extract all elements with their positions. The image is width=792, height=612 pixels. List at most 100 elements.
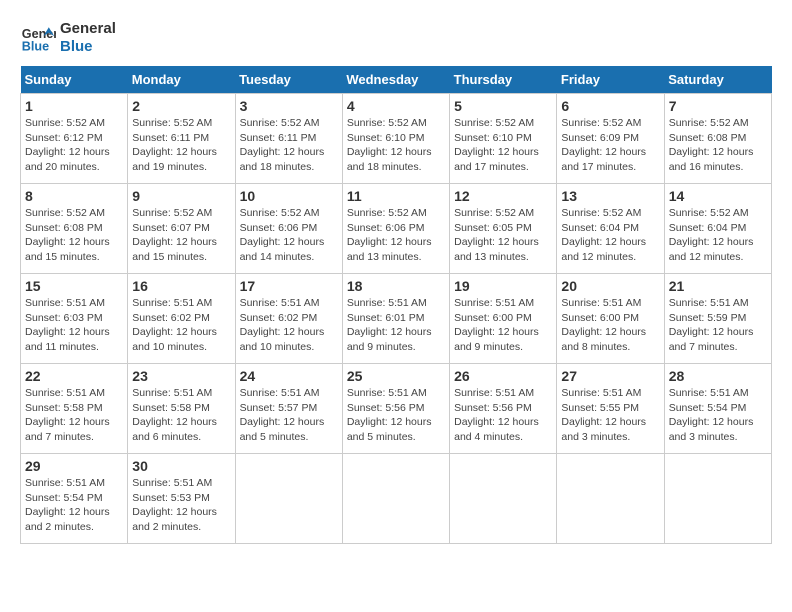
day-number: 23 — [132, 368, 230, 384]
day-number: 2 — [132, 98, 230, 114]
weekday-header-thursday: Thursday — [450, 66, 557, 94]
day-info: Sunrise: 5:52 AMSunset: 6:06 PMDaylight:… — [347, 206, 445, 265]
calendar-table: SundayMondayTuesdayWednesdayThursdayFrid… — [20, 66, 772, 544]
day-cell-17: 17Sunrise: 5:51 AMSunset: 6:02 PMDayligh… — [235, 274, 342, 364]
day-info: Sunrise: 5:51 AMSunset: 5:59 PMDaylight:… — [669, 296, 767, 355]
day-cell-9: 9Sunrise: 5:52 AMSunset: 6:07 PMDaylight… — [128, 184, 235, 274]
logo-line1: General — [60, 20, 116, 38]
day-cell-28: 28 Sunrise: 5:51 AMSunset: 5:54 PMDayligh… — [664, 364, 771, 454]
day-info: Sunrise: 5:51 AMSunset: 5:56 PMDaylight:… — [347, 386, 445, 445]
day-cell-1: 1 Sunrise: 5:52 AMSunset: 6:12 PMDaylight… — [21, 94, 128, 184]
day-cell-23: 23 Sunrise: 5:51 AMSunset: 5:58 PMDayligh… — [128, 364, 235, 454]
svg-text:Blue: Blue — [22, 40, 49, 54]
day-info: Sunrise: 5:51 AMSunset: 5:56 PMDaylight:… — [454, 386, 552, 445]
day-info: Sunrise: 5:51 AMSunset: 6:00 PMDaylight:… — [561, 296, 659, 355]
empty-cell — [342, 454, 449, 544]
day-cell-4: 4 Sunrise: 5:52 AMSunset: 6:10 PMDaylight… — [342, 94, 449, 184]
day-number: 9 — [132, 188, 230, 204]
day-number: 12 — [454, 188, 552, 204]
day-number: 24 — [240, 368, 338, 384]
day-cell-10: 10 Sunrise: 5:52 AMSunset: 6:06 PMDayligh… — [235, 184, 342, 274]
day-number: 14 — [669, 188, 767, 204]
day-info: Sunrise: 5:52 AMSunset: 6:08 PMDaylight:… — [669, 116, 767, 175]
day-number: 15 — [25, 278, 123, 294]
page-header: General Blue General Blue — [20, 20, 772, 56]
day-number: 30 — [132, 458, 230, 474]
day-number: 19 — [454, 278, 552, 294]
calendar-week-2: 8 Sunrise: 5:52 AMSunset: 6:08 PMDaylight… — [21, 184, 772, 274]
day-info: Sunrise: 5:51 AMSunset: 6:02 PMDaylight:… — [132, 296, 230, 355]
day-info: Sunrise: 5:51 AMSunset: 6:02 PMDaylight:… — [240, 296, 338, 355]
weekday-header-monday: Monday — [128, 66, 235, 94]
day-number: 1 — [25, 98, 123, 114]
logo-icon: General Blue — [20, 20, 56, 56]
day-number: 10 — [240, 188, 338, 204]
day-info: Sunrise: 5:51 AMSunset: 6:03 PMDaylight:… — [25, 296, 123, 355]
day-info: Sunrise: 5:51 AMSunset: 6:00 PMDaylight:… — [454, 296, 552, 355]
day-cell-30: 30 Sunrise: 5:51 AMSunset: 5:53 PMDayligh… — [128, 454, 235, 544]
day-cell-26: 26 Sunrise: 5:51 AMSunset: 5:56 PMDayligh… — [450, 364, 557, 454]
day-cell-6: 6 Sunrise: 5:52 AMSunset: 6:09 PMDaylight… — [557, 94, 664, 184]
day-number: 11 — [347, 188, 445, 204]
day-cell-22: 22 Sunrise: 5:51 AMSunset: 5:58 PMDayligh… — [21, 364, 128, 454]
day-number: 22 — [25, 368, 123, 384]
day-cell-27: 27 Sunrise: 5:51 AMSunset: 5:55 PMDayligh… — [557, 364, 664, 454]
day-cell-18: 18 Sunrise: 5:51 AMSunset: 6:01 PMDayligh… — [342, 274, 449, 364]
calendar-week-1: 1 Sunrise: 5:52 AMSunset: 6:12 PMDaylight… — [21, 94, 772, 184]
day-info: Sunrise: 5:51 AMSunset: 5:57 PMDaylight:… — [240, 386, 338, 445]
day-cell-16: 16Sunrise: 5:51 AMSunset: 6:02 PMDayligh… — [128, 274, 235, 364]
weekday-header-tuesday: Tuesday — [235, 66, 342, 94]
day-info: Sunrise: 5:52 AMSunset: 6:10 PMDaylight:… — [454, 116, 552, 175]
weekday-header-sunday: Sunday — [21, 66, 128, 94]
day-info: Sunrise: 5:51 AMSunset: 5:58 PMDaylight:… — [132, 386, 230, 445]
day-cell-21: 21 Sunrise: 5:51 AMSunset: 5:59 PMDayligh… — [664, 274, 771, 364]
day-number: 18 — [347, 278, 445, 294]
calendar-week-4: 22 Sunrise: 5:51 AMSunset: 5:58 PMDayligh… — [21, 364, 772, 454]
day-number: 8 — [25, 188, 123, 204]
logo: General Blue General Blue — [20, 20, 116, 56]
day-cell-14: 14Sunrise: 5:52 AMSunset: 6:04 PMDayligh… — [664, 184, 771, 274]
day-number: 3 — [240, 98, 338, 114]
weekday-header-wednesday: Wednesday — [342, 66, 449, 94]
day-cell-25: 25 Sunrise: 5:51 AMSunset: 5:56 PMDayligh… — [342, 364, 449, 454]
day-number: 21 — [669, 278, 767, 294]
day-cell-15: 15 Sunrise: 5:51 AMSunset: 6:03 PMDayligh… — [21, 274, 128, 364]
day-number: 20 — [561, 278, 659, 294]
day-info: Sunrise: 5:52 AMSunset: 6:10 PMDaylight:… — [347, 116, 445, 175]
logo-line2: Blue — [60, 38, 116, 56]
day-number: 27 — [561, 368, 659, 384]
day-info: Sunrise: 5:52 AMSunset: 6:09 PMDaylight:… — [561, 116, 659, 175]
day-cell-8: 8 Sunrise: 5:52 AMSunset: 6:08 PMDaylight… — [21, 184, 128, 274]
day-number: 28 — [669, 368, 767, 384]
day-cell-11: 11 Sunrise: 5:52 AMSunset: 6:06 PMDayligh… — [342, 184, 449, 274]
day-info: Sunrise: 5:52 AMSunset: 6:08 PMDaylight:… — [25, 206, 123, 265]
day-cell-5: 5 Sunrise: 5:52 AMSunset: 6:10 PMDaylight… — [450, 94, 557, 184]
day-info: Sunrise: 5:51 AMSunset: 5:53 PMDaylight:… — [132, 476, 230, 535]
day-info: Sunrise: 5:51 AMSunset: 5:54 PMDaylight:… — [669, 386, 767, 445]
day-number: 13 — [561, 188, 659, 204]
day-cell-7: 7 Sunrise: 5:52 AMSunset: 6:08 PMDaylight… — [664, 94, 771, 184]
day-number: 29 — [25, 458, 123, 474]
day-info: Sunrise: 5:52 AMSunset: 6:11 PMDaylight:… — [240, 116, 338, 175]
day-cell-2: 2 Sunrise: 5:52 AMSunset: 6:11 PMDaylight… — [128, 94, 235, 184]
day-cell-19: 19 Sunrise: 5:51 AMSunset: 6:00 PMDayligh… — [450, 274, 557, 364]
empty-cell — [557, 454, 664, 544]
day-number: 26 — [454, 368, 552, 384]
day-info: Sunrise: 5:51 AMSunset: 5:58 PMDaylight:… — [25, 386, 123, 445]
day-info: Sunrise: 5:52 AMSunset: 6:06 PMDaylight:… — [240, 206, 338, 265]
day-info: Sunrise: 5:52 AMSunset: 6:12 PMDaylight:… — [25, 116, 123, 175]
calendar-header-row: SundayMondayTuesdayWednesdayThursdayFrid… — [21, 66, 772, 94]
day-info: Sunrise: 5:51 AMSunset: 6:01 PMDaylight:… — [347, 296, 445, 355]
day-number: 6 — [561, 98, 659, 114]
day-number: 25 — [347, 368, 445, 384]
day-number: 4 — [347, 98, 445, 114]
day-number: 5 — [454, 98, 552, 114]
day-info: Sunrise: 5:52 AMSunset: 6:11 PMDaylight:… — [132, 116, 230, 175]
day-cell-12: 12Sunrise: 5:52 AMSunset: 6:05 PMDayligh… — [450, 184, 557, 274]
day-cell-29: 29Sunrise: 5:51 AMSunset: 5:54 PMDayligh… — [21, 454, 128, 544]
day-cell-13: 13Sunrise: 5:52 AMSunset: 6:04 PMDayligh… — [557, 184, 664, 274]
calendar-week-5: 29Sunrise: 5:51 AMSunset: 5:54 PMDayligh… — [21, 454, 772, 544]
day-number: 7 — [669, 98, 767, 114]
calendar-week-3: 15 Sunrise: 5:51 AMSunset: 6:03 PMDayligh… — [21, 274, 772, 364]
day-info: Sunrise: 5:51 AMSunset: 5:55 PMDaylight:… — [561, 386, 659, 445]
